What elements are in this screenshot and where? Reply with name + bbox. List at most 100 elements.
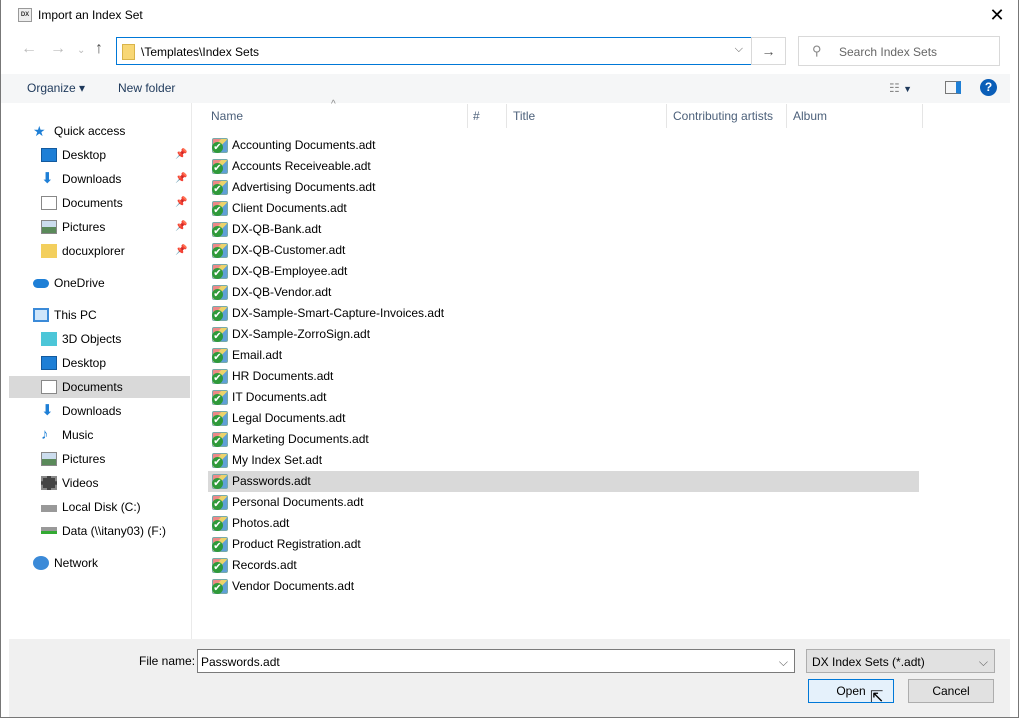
file-name-input[interactable]: Passwords.adt ⌵ bbox=[197, 649, 795, 673]
file-row[interactable]: Passwords.adt bbox=[208, 471, 919, 492]
sidebar-item[interactable]: ♪ Music bbox=[9, 424, 190, 446]
column-title[interactable]: Title bbox=[513, 104, 535, 128]
sidebar-item[interactable]: Pictures bbox=[9, 448, 190, 470]
sidebar-item[interactable]: ⬇ Downloads bbox=[9, 400, 190, 422]
close-button[interactable]: ✕ bbox=[984, 3, 1010, 27]
file-row[interactable]: Personal Documents.adt bbox=[208, 492, 919, 513]
column-divider[interactable] bbox=[666, 104, 667, 128]
column-album[interactable]: Album bbox=[793, 104, 827, 128]
sidebar-item[interactable]: Local Disk (C:) bbox=[9, 496, 190, 518]
column-divider[interactable] bbox=[922, 104, 923, 128]
index-set-file-icon bbox=[212, 138, 228, 153]
file-row[interactable]: DX-QB-Customer.adt bbox=[208, 240, 919, 261]
file-name: Photos.adt bbox=[232, 516, 290, 530]
organize-button[interactable]: Organize ▾ bbox=[27, 81, 85, 95]
sidebar-item[interactable]: 3D Objects bbox=[9, 328, 190, 350]
up-arrow-icon[interactable]: ↑ bbox=[95, 40, 103, 58]
sidebar-item[interactable]: Documents bbox=[9, 376, 190, 398]
cancel-button[interactable]: Cancel bbox=[908, 679, 994, 703]
file-row[interactable]: Accounts Receiveable.adt bbox=[208, 156, 919, 177]
desktop-icon bbox=[41, 356, 57, 370]
sidebar-item-label: Downloads bbox=[62, 404, 122, 418]
column-contributing-artists[interactable]: Contributing artists bbox=[673, 104, 773, 128]
file-type-select[interactable]: DX Index Sets (*.adt) ⌵ bbox=[806, 649, 995, 673]
sidebar-item[interactable]: Pictures 📌 bbox=[9, 216, 190, 238]
sidebar-item-label: Videos bbox=[62, 476, 99, 490]
column-name[interactable]: Name bbox=[211, 104, 243, 128]
file-row[interactable]: DX-QB-Bank.adt bbox=[208, 219, 919, 240]
file-name: Passwords.adt bbox=[232, 474, 311, 488]
search-input[interactable]: ⚲ Search Index Sets bbox=[798, 36, 1000, 66]
recent-chevron-icon[interactable]: ⌄ bbox=[77, 45, 85, 56]
file-row[interactable]: Advertising Documents.adt bbox=[208, 177, 919, 198]
file-row[interactable]: My Index Set.adt bbox=[208, 450, 919, 471]
back-arrow-icon[interactable]: ← bbox=[21, 40, 37, 58]
sidebar-item[interactable]: ★ Quick access bbox=[9, 120, 190, 142]
file-name: Accounting Documents.adt bbox=[232, 138, 376, 152]
file-row[interactable]: Email.adt bbox=[208, 345, 919, 366]
address-bar[interactable]: \Templates\Index Sets ⌵ bbox=[116, 37, 752, 65]
preview-pane-icon[interactable] bbox=[945, 81, 961, 94]
pin-icon[interactable]: 📌 bbox=[175, 216, 187, 238]
file-row[interactable]: DX-QB-Vendor.adt bbox=[208, 282, 919, 303]
pin-icon[interactable]: 📌 bbox=[175, 192, 187, 214]
file-row[interactable]: Records.adt bbox=[208, 555, 919, 576]
sidebar-item[interactable]: Data (\\itany03) (F:) bbox=[9, 520, 190, 542]
sidebar-item-label: Data (\\itany03) (F:) bbox=[62, 524, 167, 538]
sidebar-item[interactable]: docuxplorer 📌 bbox=[9, 240, 190, 262]
file-name-value: Passwords.adt bbox=[201, 655, 280, 669]
file-row[interactable]: DX-Sample-ZorroSign.adt bbox=[208, 324, 919, 345]
column-divider[interactable] bbox=[467, 104, 468, 128]
chevron-down-icon[interactable]: ⌵ bbox=[735, 43, 743, 56]
file-row[interactable]: DX-QB-Employee.adt bbox=[208, 261, 919, 282]
file-row[interactable]: Photos.adt bbox=[208, 513, 919, 534]
pin-icon[interactable]: 📌 bbox=[175, 144, 187, 166]
sidebar-item[interactable]: Desktop bbox=[9, 352, 190, 374]
file-row[interactable]: IT Documents.adt bbox=[208, 387, 919, 408]
sidebar-item[interactable]: Network bbox=[9, 552, 190, 574]
folder-warning-icon bbox=[41, 244, 57, 258]
index-set-file-icon bbox=[212, 180, 228, 195]
file-name: Marketing Documents.adt bbox=[232, 432, 369, 446]
file-name: Records.adt bbox=[232, 558, 297, 572]
sidebar-item[interactable]: Videos bbox=[9, 472, 190, 494]
sidebar-item-label: Downloads bbox=[62, 172, 122, 186]
sidebar-item[interactable]: Desktop 📌 bbox=[9, 144, 190, 166]
sidebar-item[interactable]: Documents 📌 bbox=[9, 192, 190, 214]
sidebar-item[interactable]: ⬇ Downloads 📌 bbox=[9, 168, 190, 190]
window-title: Import an Index Set bbox=[38, 8, 143, 22]
sidebar-item-label: Network bbox=[54, 556, 99, 570]
index-set-file-icon bbox=[212, 558, 228, 573]
go-button[interactable]: → bbox=[751, 37, 786, 65]
file-row[interactable]: Marketing Documents.adt bbox=[208, 429, 919, 450]
column-number[interactable]: # bbox=[473, 104, 480, 128]
forward-arrow-icon[interactable]: → bbox=[50, 40, 66, 58]
file-name: Personal Documents.adt bbox=[232, 495, 364, 509]
video-icon bbox=[41, 476, 57, 490]
file-name: DX-QB-Customer.adt bbox=[232, 243, 346, 257]
chevron-down-icon[interactable]: ⌵ bbox=[779, 655, 788, 670]
pin-icon[interactable]: 📌 bbox=[175, 240, 187, 262]
sidebar-item-label: Desktop bbox=[62, 148, 107, 162]
sort-ascending-icon: ^ bbox=[331, 99, 336, 110]
file-row[interactable]: Accounting Documents.adt bbox=[208, 135, 919, 156]
file-name: Legal Documents.adt bbox=[232, 411, 346, 425]
file-row[interactable]: Product Registration.adt bbox=[208, 534, 919, 555]
help-icon[interactable]: ? bbox=[980, 79, 997, 96]
file-name: DX-Sample-Smart-Capture-Invoices.adt bbox=[232, 306, 445, 320]
file-name: HR Documents.adt bbox=[232, 369, 334, 383]
column-divider[interactable] bbox=[506, 104, 507, 128]
file-row[interactable]: DX-Sample-Smart-Capture-Invoices.adt bbox=[208, 303, 919, 324]
index-set-file-icon bbox=[212, 516, 228, 531]
file-row[interactable]: HR Documents.adt bbox=[208, 366, 919, 387]
column-divider[interactable] bbox=[786, 104, 787, 128]
new-folder-button[interactable]: New folder bbox=[118, 81, 175, 95]
sidebar-item[interactable]: This PC bbox=[9, 304, 190, 326]
sidebar-item[interactable]: OneDrive bbox=[9, 272, 190, 294]
navigation-pane: ★ Quick access Desktop 📌 ⬇ Downloads 📌 Document… bbox=[9, 103, 192, 639]
view-options-icon[interactable]: ☷ ▼ bbox=[889, 81, 912, 95]
file-row[interactable]: Legal Documents.adt bbox=[208, 408, 919, 429]
file-row[interactable]: Client Documents.adt bbox=[208, 198, 919, 219]
pin-icon[interactable]: 📌 bbox=[175, 168, 187, 190]
file-row[interactable]: Vendor Documents.adt bbox=[208, 576, 919, 597]
